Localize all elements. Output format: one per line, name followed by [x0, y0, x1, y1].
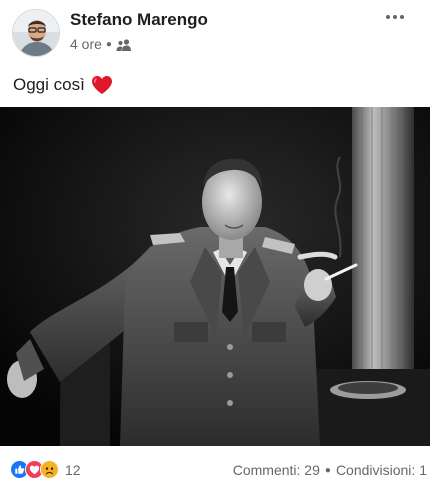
post-time[interactable]: 4 ore [70, 36, 102, 52]
post-header: Stefano Marengo 4 ore ● [0, 0, 440, 64]
post-photo[interactable] [0, 107, 430, 446]
meta-separator: ● [105, 38, 112, 50]
more-dot-icon [386, 15, 390, 19]
post-message: Oggi così [13, 75, 85, 94]
shares-count-link[interactable]: Condivisioni: 1 [336, 462, 427, 478]
friends-icon[interactable] [116, 38, 132, 51]
post-footer: 12 Commenti: 29 ● Condivisioni: 1 [0, 455, 440, 485]
post-meta: 4 ore ● [70, 35, 132, 53]
post-text: Oggi così [13, 75, 113, 95]
more-dot-icon [393, 15, 397, 19]
author-name[interactable]: Stefano Marengo [70, 10, 208, 30]
stats-separator: ● [324, 464, 331, 476]
reactions-summary[interactable]: 12 [10, 460, 81, 479]
sad-icon [40, 460, 59, 479]
engagement-stats: Commenti: 29 ● Condivisioni: 1 [233, 462, 427, 478]
red-heart-icon [91, 75, 113, 95]
portrait-photo [0, 107, 430, 446]
more-options-button[interactable] [380, 6, 410, 28]
comments-count-link[interactable]: Commenti: 29 [233, 462, 320, 478]
author-avatar[interactable] [12, 9, 60, 57]
more-dot-icon [400, 15, 404, 19]
reaction-count: 12 [65, 461, 81, 478]
